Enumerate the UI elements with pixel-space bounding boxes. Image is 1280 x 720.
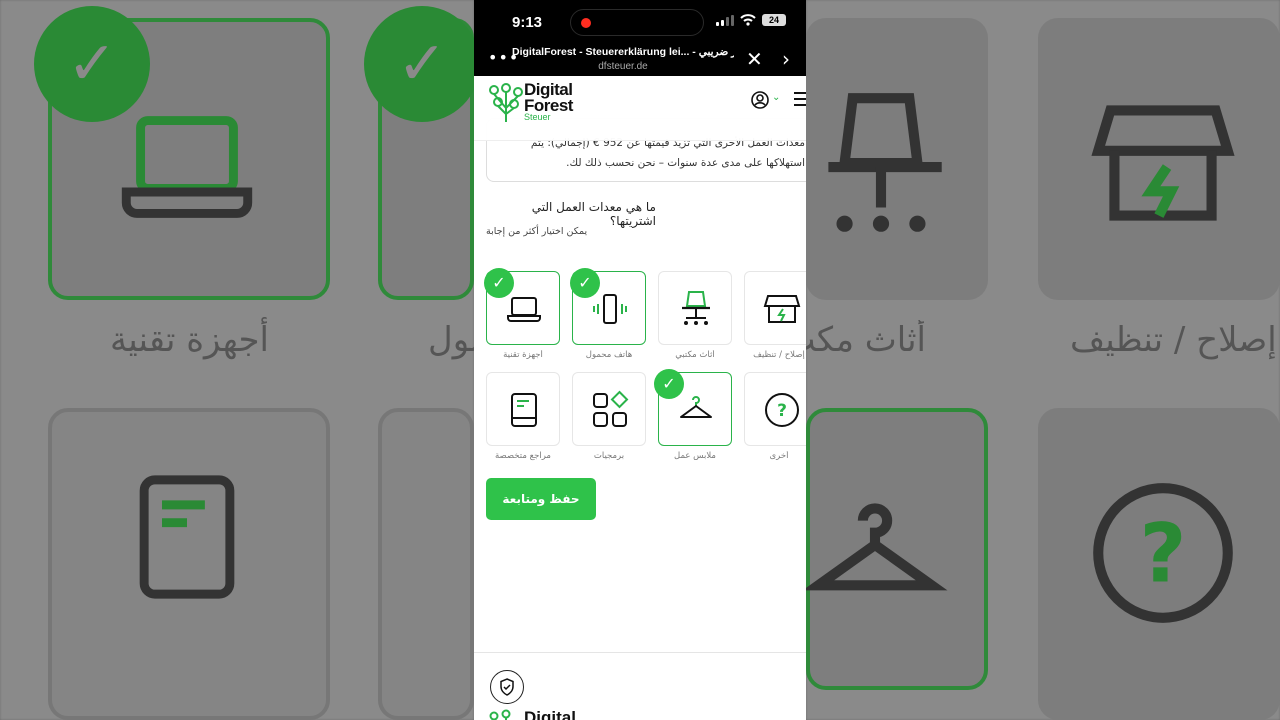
status-icons: 24 bbox=[716, 14, 786, 26]
background-card-apps bbox=[378, 408, 474, 720]
background-shop-icon bbox=[1091, 105, 1235, 221]
shield-badge bbox=[490, 670, 524, 704]
background-label: أجهزة تقنية bbox=[110, 320, 269, 360]
laptop-icon bbox=[507, 297, 541, 322]
book-icon bbox=[511, 393, 537, 427]
option-label: أخرى bbox=[769, 451, 789, 461]
phone-screen: 9:13 24 ••• DigitalForest - Steuererklär… bbox=[474, 0, 806, 720]
status-bar: 9:13 24 bbox=[474, 0, 806, 44]
selected-check-icon: ✓ bbox=[654, 369, 684, 399]
option-label: مراجع متخصصة bbox=[495, 451, 551, 461]
option-label: أثاث مكتبي bbox=[675, 350, 715, 360]
option-tile-other[interactable]: ? bbox=[744, 372, 806, 446]
background-laptop-icon bbox=[121, 116, 253, 218]
wifi-icon bbox=[740, 14, 756, 26]
background-book-icon bbox=[139, 475, 235, 599]
option-tile-office-furniture[interactable] bbox=[658, 271, 732, 345]
background-label: أثاث مكت bbox=[806, 320, 926, 360]
option-label: أجهزة تقنية bbox=[503, 350, 543, 360]
svg-text:?: ? bbox=[1140, 507, 1187, 601]
selected-check-icon: ✓ bbox=[484, 268, 514, 298]
menu-icon[interactable] bbox=[794, 92, 806, 108]
dynamic-island bbox=[570, 9, 704, 36]
page-title: DigitalForest - Steuererklärung lei... -… bbox=[512, 46, 734, 58]
svg-text:?: ? bbox=[777, 401, 787, 421]
selected-check-icon: ✓ bbox=[570, 268, 600, 298]
site-header: Digital Forest Steuer ⌄ bbox=[474, 76, 806, 140]
hanger-icon bbox=[680, 396, 712, 418]
logo-subtext: Steuer bbox=[524, 112, 551, 122]
option-tile-software[interactable] bbox=[572, 372, 646, 446]
background-check-icon: ✓ bbox=[364, 6, 480, 122]
question-hint: يمكن اختيار أكثر من إجابة bbox=[486, 226, 588, 237]
chevron-right-icon[interactable]: › bbox=[782, 47, 790, 71]
shop-repair-icon bbox=[763, 295, 801, 323]
background-card-other: ? bbox=[1038, 408, 1280, 720]
question-icon: ? bbox=[765, 393, 799, 427]
recording-icon bbox=[581, 18, 591, 28]
signal-icon bbox=[716, 14, 734, 26]
question-title: ما هي معدات العمل التي اشتريتها؟ bbox=[531, 200, 656, 228]
option-label: ملابس عمل bbox=[674, 451, 716, 461]
background-card-chair bbox=[806, 18, 988, 300]
background-hanger-icon bbox=[802, 503, 948, 591]
background-card-repair bbox=[1038, 18, 1280, 300]
battery-icon: 24 bbox=[762, 14, 786, 26]
background-card-hanger bbox=[802, 408, 988, 690]
background-question-icon: ? bbox=[1093, 483, 1233, 623]
shield-check-icon bbox=[500, 678, 514, 696]
option-tile-repair[interactable] bbox=[744, 271, 806, 345]
background-chair-icon bbox=[828, 93, 942, 232]
option-label: برمجيات bbox=[593, 451, 625, 461]
browser-bar: ••• DigitalForest - Steuererklärung lei.… bbox=[474, 44, 806, 76]
footer-divider bbox=[474, 652, 806, 653]
user-account-icon[interactable] bbox=[750, 90, 770, 110]
apps-icon bbox=[593, 390, 629, 427]
save-continue-button[interactable]: حفظ ومتابعة bbox=[486, 478, 596, 520]
chevron-down-icon[interactable]: ⌄ bbox=[772, 92, 780, 103]
close-icon[interactable]: ✕ bbox=[746, 47, 763, 71]
background-label: إصلاح / تنظيف bbox=[1070, 320, 1277, 360]
footer-logo-text: Digital bbox=[524, 708, 576, 720]
option-tile-books[interactable] bbox=[486, 372, 560, 446]
option-label: إصلاح / تنظيف bbox=[753, 350, 805, 360]
phone-icon bbox=[593, 294, 627, 324]
background-check-icon: ✓ bbox=[34, 6, 150, 122]
background-card-book bbox=[48, 408, 330, 720]
option-label: هاتف محمول bbox=[585, 350, 633, 360]
office-chair-icon bbox=[682, 291, 710, 325]
status-time: 9:13 bbox=[512, 14, 543, 31]
info-text: معدات العمل الأخرى التي تزيد قيمتها عن 9… bbox=[530, 137, 805, 169]
page-url[interactable]: dfsteuer.de bbox=[512, 61, 734, 72]
